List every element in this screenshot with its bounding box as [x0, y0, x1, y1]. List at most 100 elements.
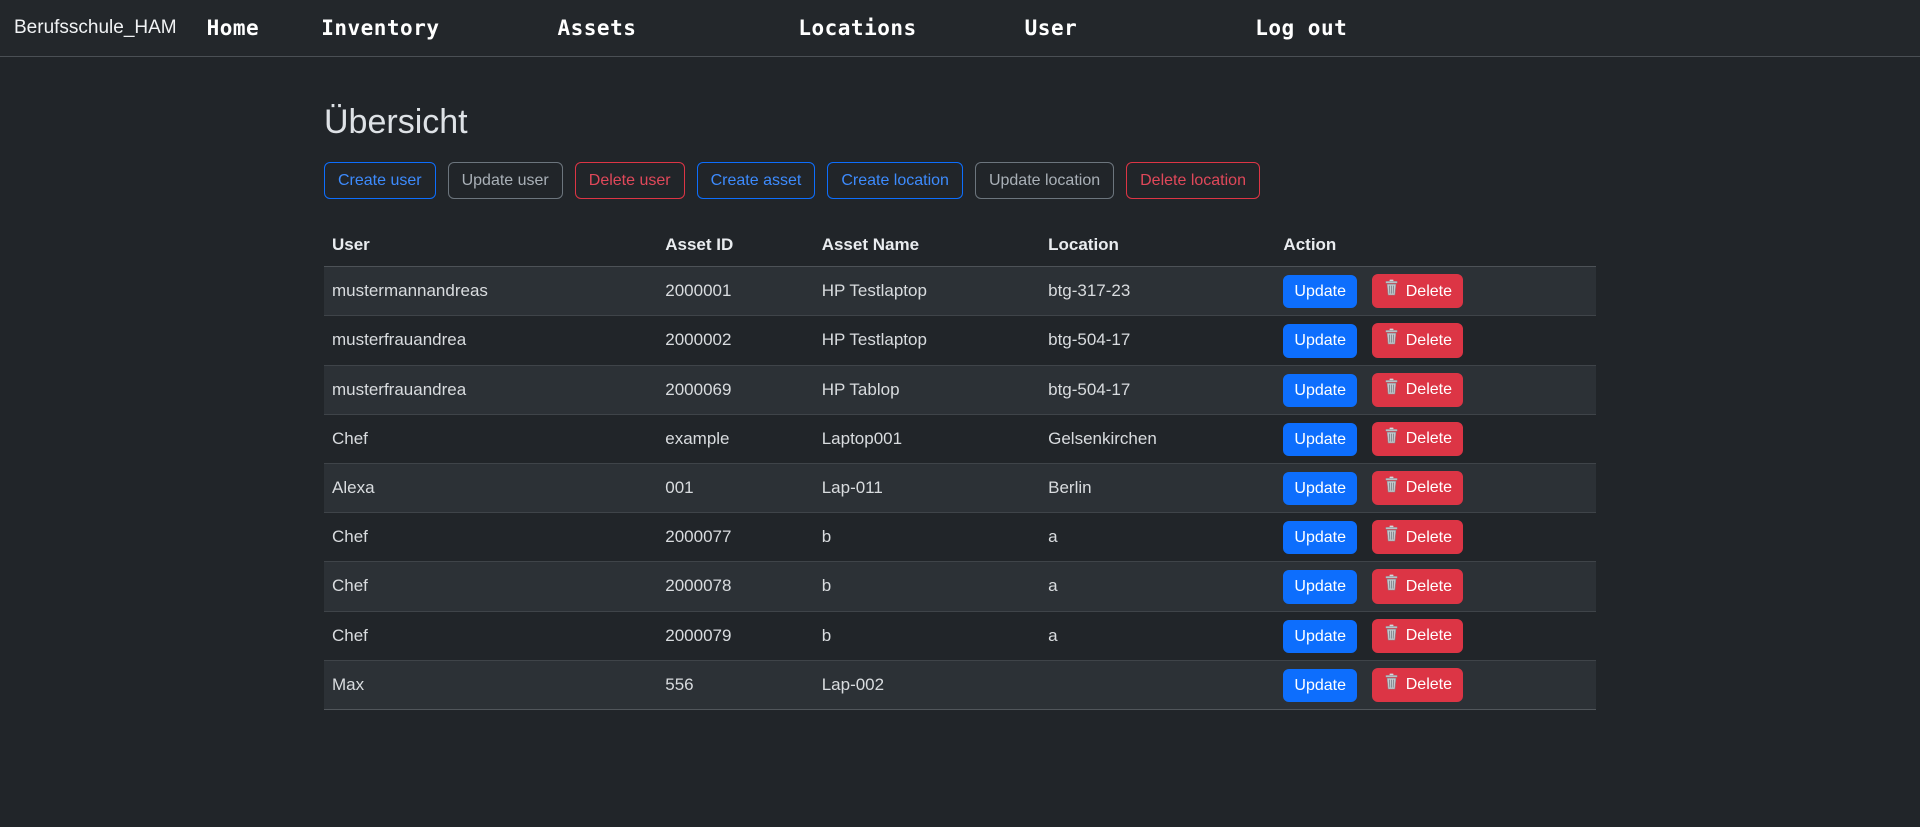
trash-icon [1383, 624, 1400, 648]
cell-location: a [1040, 562, 1275, 611]
cell-location: btg-317-23 [1040, 267, 1275, 316]
cell-asset-id: 2000002 [657, 316, 813, 365]
trash-icon [1383, 378, 1400, 402]
table-row: Chef 2000079 b a Update Delete [324, 611, 1596, 660]
delete-button[interactable]: Delete [1372, 569, 1463, 603]
delete-button[interactable]: Delete [1372, 520, 1463, 554]
toolbar-button[interactable]: Create location [827, 162, 963, 199]
nav-link[interactable]: Inventory [321, 16, 439, 40]
cell-asset-id: example [657, 414, 813, 463]
toolbar-button[interactable]: Create asset [697, 162, 816, 199]
update-button[interactable]: Update [1283, 423, 1357, 456]
cell-user: Chef [324, 513, 657, 562]
nav-link[interactable]: Home [207, 16, 260, 40]
cell-user: Chef [324, 611, 657, 660]
update-button-label: Update [1294, 625, 1346, 648]
table-row: mustermannandreas 2000001 HP Testlaptop … [324, 267, 1596, 316]
cell-asset-id: 2000077 [657, 513, 813, 562]
column-header-action: Action [1275, 229, 1596, 267]
cell-asset-name: b [814, 562, 1040, 611]
delete-button-label: Delete [1406, 329, 1452, 352]
cell-location: Berlin [1040, 463, 1275, 512]
delete-button[interactable]: Delete [1372, 619, 1463, 653]
column-header-asset-id: Asset ID [657, 229, 813, 267]
cell-asset-name: Lap-002 [814, 660, 1040, 709]
delete-button-label: Delete [1406, 673, 1452, 696]
cell-location: btg-504-17 [1040, 365, 1275, 414]
cell-action: Update Delete [1275, 463, 1596, 512]
cell-user: Alexa [324, 463, 657, 512]
cell-action: Update Delete [1275, 365, 1596, 414]
table-row: Chef example Laptop001 Gelsenkirchen Upd… [324, 414, 1596, 463]
nav-item: Home [207, 16, 260, 40]
navbar: Berufsschule_HAM Home Inventory Assets L… [0, 0, 1920, 57]
delete-button[interactable]: Delete [1372, 323, 1463, 357]
nav-link[interactable]: Log out [1255, 16, 1347, 40]
update-button-label: Update [1294, 477, 1346, 500]
table-row: Max 556 Lap-002 Update Delete [324, 660, 1596, 709]
column-header-location: Location [1040, 229, 1275, 267]
delete-button-label: Delete [1406, 575, 1452, 598]
update-button-label: Update [1294, 526, 1346, 549]
delete-button[interactable]: Delete [1372, 422, 1463, 456]
cell-action: Update Delete [1275, 611, 1596, 660]
cell-action: Update Delete [1275, 660, 1596, 709]
delete-button[interactable]: Delete [1372, 274, 1463, 308]
column-header-user: User [324, 229, 657, 267]
toolbar-button[interactable]: Update user [448, 162, 563, 199]
cell-asset-name: HP Testlaptop [814, 267, 1040, 316]
cell-asset-name: b [814, 611, 1040, 660]
cell-location: Gelsenkirchen [1040, 414, 1275, 463]
cell-user: musterfrauandrea [324, 365, 657, 414]
cell-asset-name: b [814, 513, 1040, 562]
update-button[interactable]: Update [1283, 570, 1357, 603]
nav-link[interactable]: Assets [558, 16, 637, 40]
update-button-label: Update [1294, 280, 1346, 303]
toolbar-button[interactable]: Create user [324, 162, 436, 199]
table-row: Chef 2000077 b a Update Delete [324, 513, 1596, 562]
trash-icon [1383, 525, 1400, 549]
update-button-label: Update [1294, 575, 1346, 598]
delete-button[interactable]: Delete [1372, 373, 1463, 407]
table-header: User Asset ID Asset Name Location Action [324, 229, 1596, 267]
toolbar-button[interactable]: Update location [975, 162, 1114, 199]
navbar-brand[interactable]: Berufsschule_HAM [14, 17, 177, 39]
cell-action: Update Delete [1275, 562, 1596, 611]
assets-table: User Asset ID Asset Name Location Action… [324, 229, 1596, 710]
cell-user: Chef [324, 562, 657, 611]
update-button[interactable]: Update [1283, 669, 1357, 702]
cell-asset-id: 2000069 [657, 365, 813, 414]
update-button[interactable]: Update [1283, 324, 1357, 357]
update-button-label: Update [1294, 379, 1346, 402]
table-row: musterfrauandrea 2000002 HP Testlaptop b… [324, 316, 1596, 365]
delete-button-label: Delete [1406, 624, 1452, 647]
update-button[interactable]: Update [1283, 472, 1357, 505]
main-content: Übersicht Create user Update user Delete… [324, 57, 1596, 710]
cell-asset-id: 556 [657, 660, 813, 709]
delete-button[interactable]: Delete [1372, 471, 1463, 505]
toolbar-button[interactable]: Delete user [575, 162, 685, 199]
update-button[interactable]: Update [1283, 275, 1357, 308]
nav-item: Inventory [321, 16, 439, 40]
nav-link[interactable]: User [1025, 16, 1078, 40]
nav-item: Assets [558, 16, 637, 40]
update-button-label: Update [1294, 674, 1346, 697]
trash-icon [1383, 427, 1400, 451]
delete-button-label: Delete [1406, 476, 1452, 499]
update-button[interactable]: Update [1283, 374, 1357, 407]
cell-action: Update Delete [1275, 316, 1596, 365]
cell-location: a [1040, 611, 1275, 660]
delete-button-label: Delete [1406, 526, 1452, 549]
toolbar-button[interactable]: Delete location [1126, 162, 1260, 199]
nav-item: Locations [798, 16, 916, 40]
nav-link[interactable]: Locations [798, 16, 916, 40]
trash-icon [1383, 476, 1400, 500]
update-button-label: Update [1294, 329, 1346, 352]
cell-user: musterfrauandrea [324, 316, 657, 365]
cell-asset-id: 2000001 [657, 267, 813, 316]
update-button[interactable]: Update [1283, 620, 1357, 653]
delete-button[interactable]: Delete [1372, 668, 1463, 702]
cell-asset-name: HP Testlaptop [814, 316, 1040, 365]
page-title: Übersicht [324, 103, 1596, 142]
update-button[interactable]: Update [1283, 521, 1357, 554]
